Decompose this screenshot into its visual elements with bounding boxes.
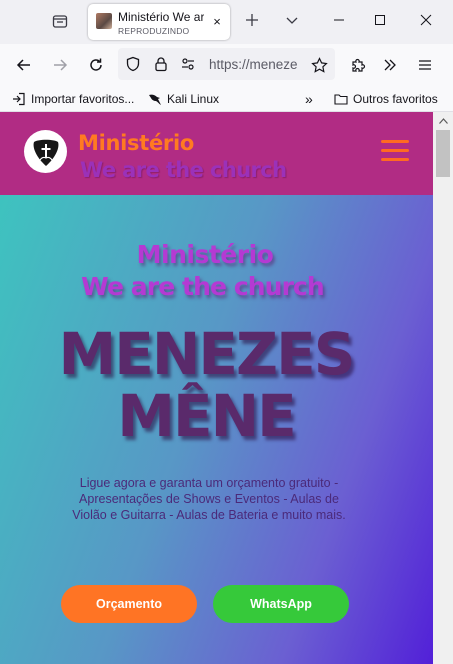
firefox-view-button[interactable]	[49, 10, 71, 32]
new-tab-button[interactable]	[243, 11, 261, 29]
app-menu-button[interactable]	[415, 55, 435, 75]
maximize-button[interactable]	[372, 12, 388, 28]
site-menu-toggle-icon[interactable]	[381, 140, 409, 162]
kali-dragon-icon	[148, 92, 162, 106]
bookmark-import[interactable]: Importar favoritos...	[12, 90, 134, 108]
url-text[interactable]: https://menezesmene.com.br	[209, 57, 297, 72]
bookmark-label: Kali Linux	[167, 92, 220, 106]
close-icon	[420, 14, 432, 26]
hero-section: Ministério We are the church MENEZES MÊN…	[0, 195, 433, 664]
navigation-toolbar: https://menezesmene.com.br	[0, 44, 453, 86]
tab-list-icon	[52, 15, 68, 28]
minimize-button[interactable]	[331, 12, 347, 28]
site-favicon-icon	[96, 13, 112, 29]
hamburger-menu-icon	[419, 60, 431, 70]
puzzle-icon	[351, 58, 365, 72]
double-chevron-right-icon	[384, 59, 396, 71]
brand-title[interactable]: Ministério	[78, 131, 194, 155]
bookmarks-toolbar: Importar favoritos... Kali Linux » Outro…	[0, 86, 453, 112]
active-tab[interactable]: Ministério We are the church REPRODUZIND…	[88, 4, 230, 40]
hero-ministry-label: Ministério	[136, 240, 274, 269]
bookmark-kali[interactable]: Kali Linux	[148, 90, 219, 108]
import-icon	[12, 92, 26, 106]
hero-title-line1: MENEZES	[58, 320, 356, 388]
bookmark-star-button[interactable]	[309, 55, 329, 75]
page-scrollbar[interactable]	[433, 112, 453, 664]
tab-strip: Ministério We are the church REPRODUZIND…	[0, 0, 453, 44]
plus-icon	[246, 14, 258, 26]
tab-playing-label: REPRODUZINDO	[118, 26, 190, 36]
guitar-pick-logo-icon[interactable]	[24, 130, 67, 173]
bookmark-label: Importar favoritos...	[31, 92, 135, 106]
site-header: Ministério We are the church	[0, 112, 433, 195]
star-icon	[310, 56, 328, 73]
back-button[interactable]	[14, 55, 34, 75]
tab-title: Ministério We are the church	[118, 10, 204, 24]
minimize-icon	[334, 19, 344, 21]
address-bar[interactable]: https://menezesmene.com.br	[118, 48, 335, 80]
close-window-button[interactable]	[418, 12, 434, 28]
list-all-tabs-button[interactable]	[283, 11, 301, 29]
extensions-button[interactable]	[348, 55, 368, 75]
brand-subtitle: We are the church	[80, 158, 287, 182]
chevron-down-icon	[286, 17, 298, 24]
close-tab-icon[interactable]: ×	[210, 15, 224, 29]
forward-button[interactable]	[50, 55, 70, 75]
scrollbar-thumb[interactable]	[436, 130, 450, 177]
folder-icon	[334, 92, 348, 106]
tracking-protection-shield-icon[interactable]	[123, 54, 143, 74]
hero-tagline: We are the church	[81, 272, 325, 301]
hero-title-line2: MÊNE	[117, 382, 297, 450]
reload-button[interactable]	[86, 55, 106, 75]
arrow-right-icon	[54, 59, 68, 71]
arrow-left-icon	[16, 59, 30, 71]
reload-icon	[90, 58, 102, 71]
bookmarks-overflow-button[interactable]: »	[305, 90, 313, 108]
permissions-icon[interactable]	[178, 54, 198, 74]
scroll-up-arrow-icon[interactable]	[433, 112, 453, 129]
other-bookmarks[interactable]: Outros favoritos	[334, 90, 438, 108]
maximize-icon	[375, 15, 385, 25]
quote-button[interactable]: Orçamento	[61, 585, 197, 623]
bookmark-label: Outros favoritos	[353, 92, 438, 106]
overflow-toolbar-button[interactable]	[380, 55, 400, 75]
lock-icon[interactable]	[151, 54, 171, 74]
hero-description: Ligue agora e garanta um orçamento gratu…	[72, 476, 346, 522]
page-viewport: Ministério We are the church Ministério …	[0, 112, 433, 664]
whatsapp-button[interactable]: WhatsApp	[213, 585, 349, 623]
